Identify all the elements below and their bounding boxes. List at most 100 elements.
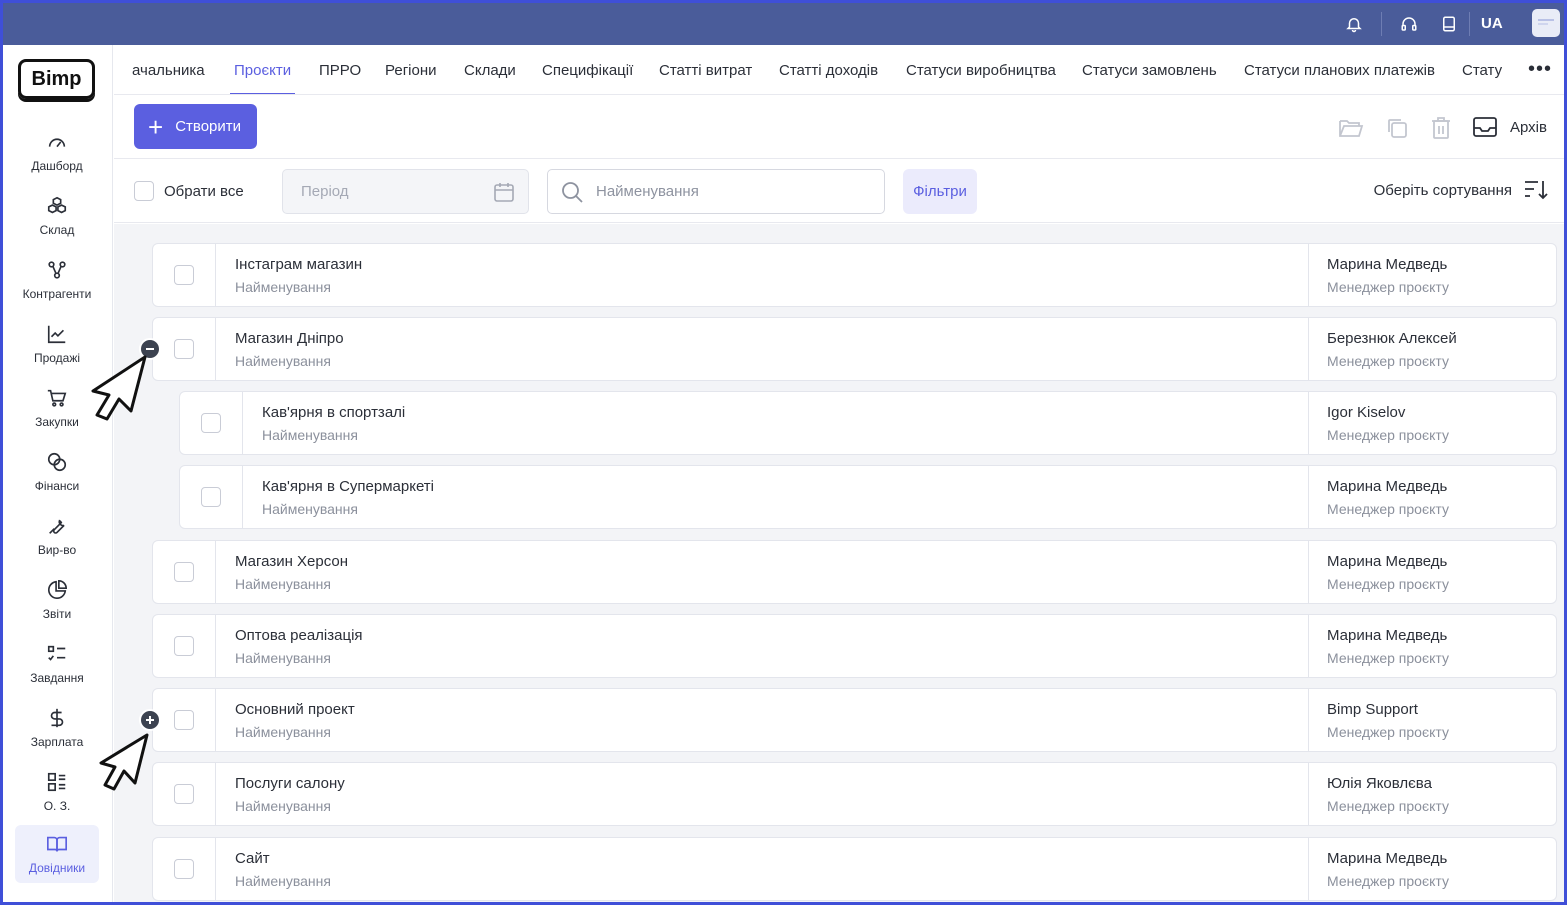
expand-icon[interactable] xyxy=(139,709,161,731)
tab-production-statuses[interactable]: Статуси виробництва xyxy=(906,45,1056,94)
bimp-logo[interactable]: Bimp xyxy=(18,59,95,99)
create-button[interactable]: + Створити xyxy=(134,104,257,149)
more-tabs-button[interactable]: ••• xyxy=(1515,45,1552,94)
headset-icon[interactable] xyxy=(1398,13,1420,35)
table-row[interactable]: Магазин Херсон Найменування Марина Медведь… xyxy=(152,540,1557,604)
row-checkbox-cell xyxy=(153,838,216,900)
search-icon xyxy=(562,181,583,203)
row-checkbox[interactable] xyxy=(174,636,194,656)
table-row[interactable]: Послуги салону Найменування Юлія Яковлєва М… xyxy=(152,762,1557,826)
sidebar-item-fixed-assets[interactable]: О. З. xyxy=(15,763,99,821)
project-name[interactable]: Магазин Херсон xyxy=(235,553,348,570)
archive-button[interactable]: Архів xyxy=(1472,113,1547,141)
row-checkbox-cell xyxy=(153,541,216,603)
table-row[interactable]: Магазин Дніпро Найменування Березнюк Алекс… xyxy=(152,317,1557,381)
grid-list-icon xyxy=(47,772,66,792)
tab-income-items[interactable]: Статті доходів xyxy=(779,45,878,94)
project-manager-caption: Менеджер проєкту xyxy=(1327,427,1449,443)
manager-cell: Марина Медведь Менеджер проєкту xyxy=(1308,244,1556,306)
tab-managers[interactable]: ачальника xyxy=(132,45,205,94)
project-manager-caption: Менеджер проєкту xyxy=(1327,650,1449,666)
archive-label: Архів xyxy=(1510,118,1547,136)
table-row[interactable]: Інстаграм магазин Найменування Марина Медв… xyxy=(152,243,1557,307)
bell-icon[interactable] xyxy=(1343,13,1365,35)
row-checkbox-cell xyxy=(153,244,216,306)
tab-projects[interactable]: Проєкти xyxy=(230,45,296,94)
sidebar-item-finance[interactable]: Фінанси xyxy=(15,443,99,501)
people-graph-icon xyxy=(48,261,66,279)
project-name[interactable]: Послуги салону xyxy=(235,775,345,792)
sidebar-item-label: Фінанси xyxy=(34,479,80,493)
coins-icon xyxy=(47,452,67,472)
project-manager: Юлія Яковлєва xyxy=(1327,775,1432,792)
project-name[interactable]: Інстаграм магазин xyxy=(235,256,362,273)
language-switcher[interactable]: UA xyxy=(1481,15,1503,32)
tab-order-statuses[interactable]: Статуси замовлень xyxy=(1082,45,1217,94)
topbar-divider xyxy=(1469,12,1470,36)
select-all-checkbox[interactable] xyxy=(134,181,154,201)
row-checkbox[interactable] xyxy=(174,562,194,582)
user-avatar[interactable] xyxy=(1532,9,1560,37)
open-book-icon xyxy=(47,836,67,852)
copy-icon[interactable] xyxy=(1384,115,1410,141)
project-manager: Igor Kiselov xyxy=(1327,404,1406,421)
dollar-icon xyxy=(50,708,64,728)
trash-icon[interactable] xyxy=(1428,115,1454,141)
book-icon[interactable] xyxy=(1438,13,1460,35)
table-row[interactable]: Оптова реалізація Найменування Марина Медв… xyxy=(152,614,1557,678)
row-checkbox[interactable] xyxy=(174,339,194,359)
sort-icon xyxy=(1525,181,1548,200)
row-checkbox-cell xyxy=(153,689,216,751)
sidebar-item-dashboard[interactable]: Дашборд xyxy=(15,123,99,181)
tab-planned-payment-statuses[interactable]: Статуси планових платежів xyxy=(1244,45,1435,94)
tab-warehouses[interactable]: Склади xyxy=(464,45,516,94)
project-name[interactable]: Кав'ярня в Супермаркеті xyxy=(262,478,434,495)
sidebar-item-contractors[interactable]: Контрагенти xyxy=(15,251,99,309)
project-manager: Марина Медведь xyxy=(1327,553,1448,570)
manager-cell: Bimp Support Менеджер проєкту xyxy=(1308,689,1556,751)
manager-cell: Березнюк Алексей Менеджер проєкту xyxy=(1308,318,1556,380)
project-name[interactable]: Магазин Дніпро xyxy=(235,330,344,347)
tab-prro[interactable]: ПРРО xyxy=(319,45,361,94)
sidebar-item-warehouse[interactable]: Склад xyxy=(15,187,99,245)
row-checkbox[interactable] xyxy=(174,859,194,879)
project-name-caption: Найменування xyxy=(235,650,331,666)
sidebar-item-salary[interactable]: Зарплата xyxy=(15,699,99,757)
sidebar-item-tasks[interactable]: Завдання xyxy=(15,635,99,693)
topbar-divider xyxy=(1381,12,1382,36)
sidebar-item-directories[interactable]: Довідники xyxy=(15,825,99,883)
table-row[interactable]: Сайт Найменування Марина Медведь Менеджер п… xyxy=(152,837,1557,901)
tab-expense-items[interactable]: Статті витрат xyxy=(659,45,752,94)
project-name-caption: Найменування xyxy=(235,798,331,814)
project-name[interactable]: Оптова реалізація xyxy=(235,627,363,644)
period-picker[interactable]: Період xyxy=(282,169,529,214)
search-input[interactable]: Найменування xyxy=(547,169,885,214)
tab-specifications[interactable]: Специфікації xyxy=(542,45,633,94)
project-name-caption: Найменування xyxy=(235,353,331,369)
sidebar-item-production[interactable]: Вир-во xyxy=(15,507,99,565)
tab-regions[interactable]: Регіони xyxy=(385,45,437,94)
filters-button[interactable]: Фільтри xyxy=(903,169,977,214)
sort-label: Оберіть сортування xyxy=(1373,181,1512,199)
table-row[interactable]: Основний проект Найменування Bimp Support М… xyxy=(152,688,1557,752)
project-manager-caption: Менеджер проєкту xyxy=(1327,279,1449,295)
row-checkbox[interactable] xyxy=(174,265,194,285)
sidebar-item-reports[interactable]: Звіти xyxy=(15,571,99,629)
row-checkbox[interactable] xyxy=(174,710,194,730)
table-row[interactable]: Кав'ярня в спортзалі Найменування Igor Kis… xyxy=(179,391,1557,455)
table-row[interactable]: Кав'ярня в Супермаркеті Найменування Марин… xyxy=(179,465,1557,529)
project-name[interactable]: Основний проект xyxy=(235,701,355,718)
row-checkbox[interactable] xyxy=(174,784,194,804)
sort-selector[interactable]: Оберіть сортування xyxy=(1374,179,1548,201)
project-name-caption: Найменування xyxy=(235,576,331,592)
project-name[interactable]: Кав'ярня в спортзалі xyxy=(262,404,405,421)
folder-open-icon[interactable] xyxy=(1338,115,1364,141)
project-manager: Марина Медведь xyxy=(1327,627,1448,644)
tab-statuses-truncated[interactable]: Стату xyxy=(1462,45,1502,94)
select-all[interactable]: Обрати все xyxy=(134,181,244,201)
row-checkbox[interactable] xyxy=(201,413,221,433)
row-checkbox[interactable] xyxy=(201,487,221,507)
directory-tabs: ачальника Проєкти ПРРО Регіони Склади Сп… xyxy=(114,45,1564,95)
project-name-caption: Найменування xyxy=(235,724,331,740)
project-name[interactable]: Сайт xyxy=(235,850,270,867)
